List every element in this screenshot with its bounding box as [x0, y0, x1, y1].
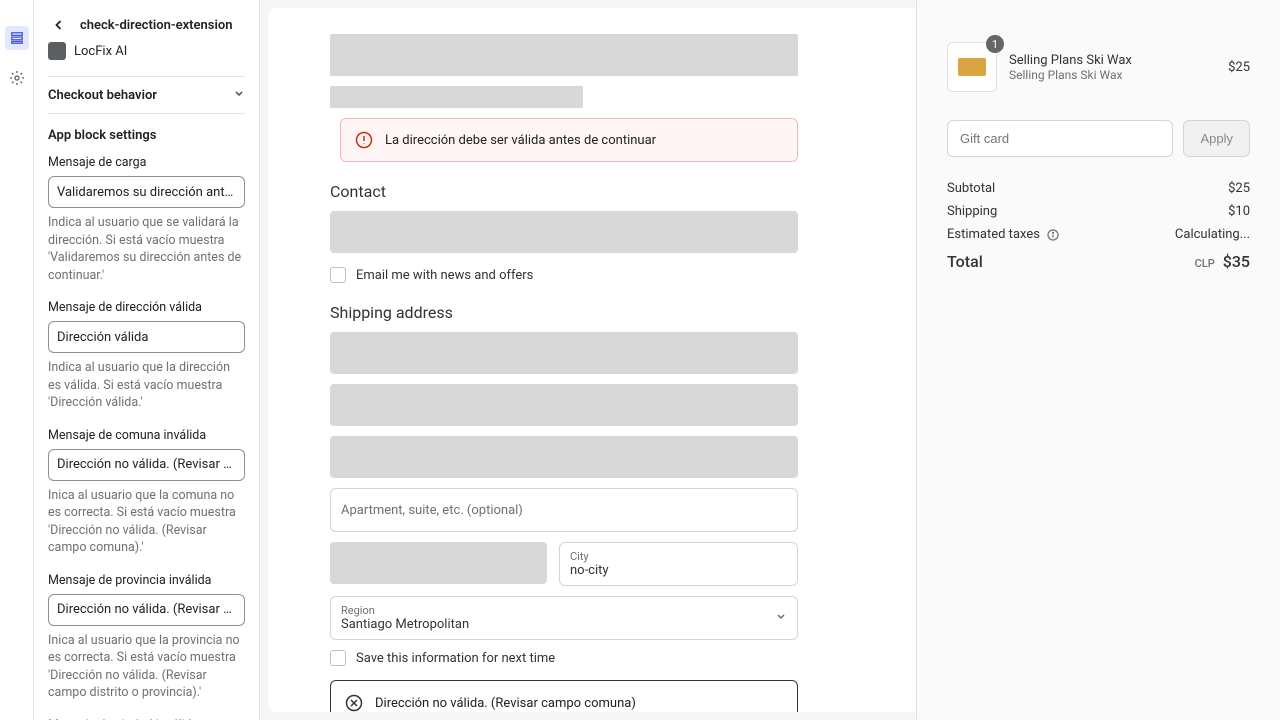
subtotal-label: Subtotal [947, 181, 995, 196]
contact-heading: Contact [330, 182, 798, 201]
skeleton-block [330, 34, 798, 76]
settings-field-label: Mensaje de dirección válida [48, 300, 245, 315]
back-button[interactable] [48, 14, 70, 36]
save-info-label: Save this information for next time [356, 651, 555, 666]
settings-fields: Mensaje de carga Indica al usuario que se… [48, 155, 245, 720]
app-logo-icon [48, 42, 66, 60]
app-identifier[interactable]: LocFix AI [48, 42, 245, 60]
gear-icon[interactable] [7, 68, 27, 88]
error-banner: La dirección debe ser válida antes de co… [340, 118, 798, 162]
currency-code: CLP [1195, 257, 1215, 270]
city-value: no-city [570, 563, 787, 578]
settings-field-input[interactable] [48, 594, 245, 626]
alert-icon [355, 131, 373, 149]
skeleton-input [330, 436, 798, 478]
order-summary: 1 Selling Plans Ski Wax Selling Plans Sk… [916, 0, 1280, 720]
total-value: $35 [1223, 252, 1250, 271]
subtotal-value: $25 [1228, 181, 1250, 196]
item-price: $25 [1228, 60, 1250, 75]
settings-field-input[interactable] [48, 449, 245, 481]
left-rail [0, 0, 34, 720]
taxes-value: Calculating... [1175, 227, 1250, 242]
apartment-input[interactable]: Apartment, suite, etc. (optional) [330, 488, 798, 532]
settings-field-label: Mensaje de provincia inválida [48, 573, 245, 588]
validation-message: Dirección no válida. (Revisar campo comu… [375, 696, 636, 711]
sidebar[interactable]: check-direction-extension LocFix AI Chec… [34, 0, 260, 720]
chevron-down-icon [233, 87, 245, 103]
error-message: La dirección debe ser válida antes de co… [385, 133, 656, 148]
app-block-settings-title: App block settings [48, 128, 245, 143]
qty-badge: 1 [986, 35, 1004, 53]
info-icon[interactable] [1047, 229, 1059, 241]
settings-field-input[interactable] [48, 321, 245, 353]
settings-field-help: Inica al usuario que la provincia no es … [48, 632, 245, 702]
gift-card-input[interactable] [947, 120, 1173, 157]
email-news-label: Email me with news and offers [356, 268, 533, 283]
taxes-label: Estimated taxes [947, 227, 1040, 242]
chevron-down-icon [775, 610, 787, 626]
validation-box: Dirección no válida. (Revisar campo comu… [330, 680, 798, 712]
skeleton-input [330, 542, 547, 584]
settings-field-help: Indica al usuario que la dirección es vá… [48, 359, 245, 412]
settings-field-help: Inica al usuario que la comuna no es cor… [48, 487, 245, 557]
settings-field-label: Mensaje de comuna inválida [48, 428, 245, 443]
close-circle-icon [345, 694, 363, 712]
checkout-preview: La dirección debe ser válida antes de co… [268, 8, 916, 712]
checkout-behavior-collapsible[interactable]: Checkout behavior [48, 76, 245, 114]
skeleton-block [330, 86, 583, 108]
skeleton-input [330, 384, 798, 426]
extension-title: check-direction-extension [80, 18, 232, 33]
sections-icon[interactable] [5, 26, 29, 50]
app-name: LocFix AI [74, 44, 127, 59]
total-label: Total [947, 252, 983, 271]
cart-item: 1 Selling Plans Ski Wax Selling Plans Sk… [947, 42, 1250, 92]
region-select[interactable]: Region Santiago Metropolitan [330, 596, 798, 640]
settings-field-label: Mensaje de carga [48, 155, 245, 170]
skeleton-input [330, 211, 798, 253]
apply-button[interactable]: Apply [1183, 120, 1250, 157]
email-news-checkbox[interactable] [330, 267, 346, 283]
region-value: Santiago Metropolitan [341, 617, 787, 632]
shipping-value: $10 [1228, 204, 1250, 219]
save-info-checkbox[interactable] [330, 650, 346, 666]
settings-field-input[interactable] [48, 176, 245, 208]
item-variant: Selling Plans Ski Wax [1009, 68, 1216, 82]
settings-field-help: Indica al usuario que se validará la dir… [48, 214, 245, 284]
item-name: Selling Plans Ski Wax [1009, 53, 1216, 68]
shipping-label: Shipping [947, 204, 997, 219]
skeleton-input [330, 332, 798, 374]
shipping-heading: Shipping address [330, 303, 798, 322]
city-input[interactable]: City no-city [559, 542, 798, 586]
